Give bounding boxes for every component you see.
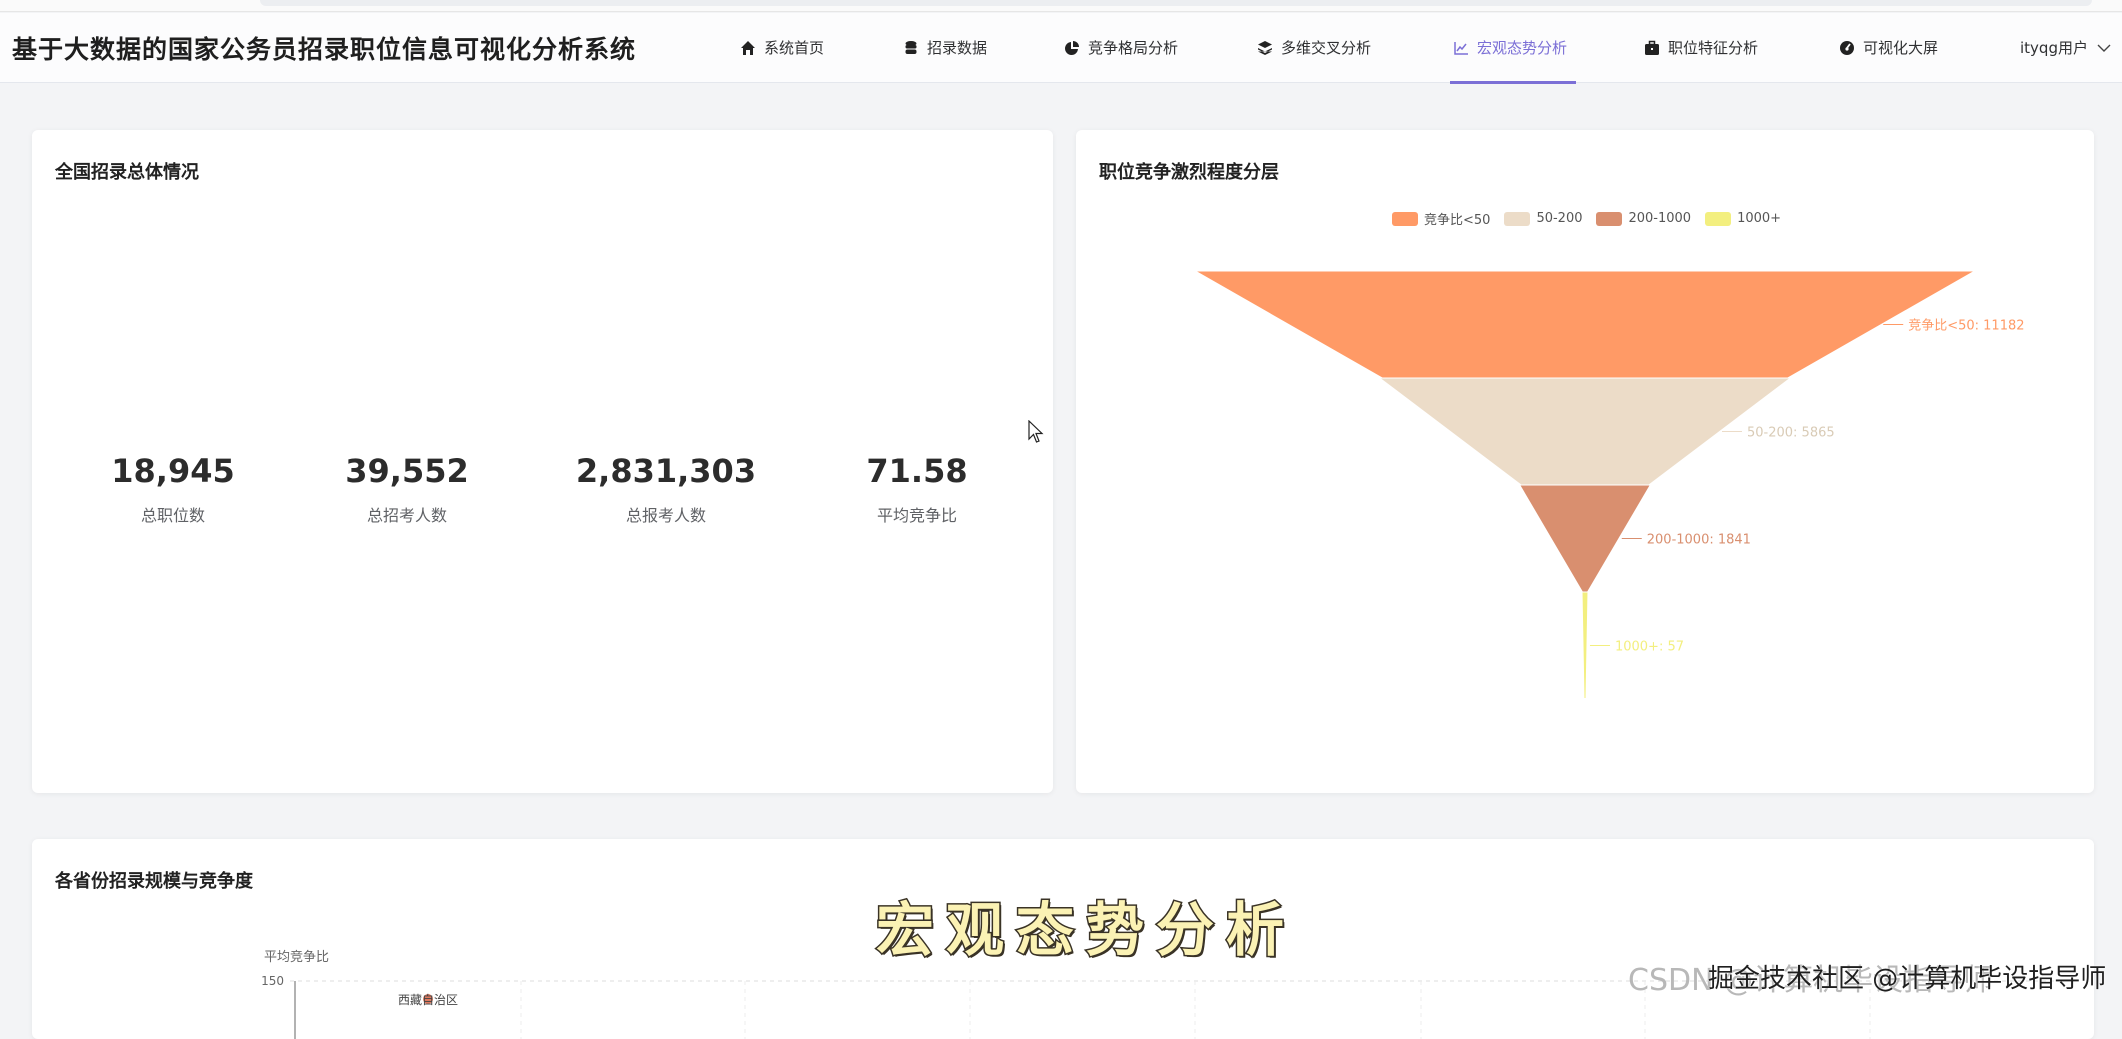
y-axis-label: 平均竞争比	[264, 949, 329, 965]
nav-label: 职位特征分析	[1668, 37, 1758, 58]
line-chart-icon	[1453, 40, 1469, 56]
user-name: ityqg用户	[2020, 37, 2088, 58]
nav-dashboard[interactable]: 可视化大屏	[1839, 37, 1938, 58]
top-navbar: 基于大数据的国家公务员招录职位信息可视化分析系统 系统首页 招录数据 竞争格局分…	[0, 13, 2122, 83]
y-tick-label: 150	[261, 974, 284, 988]
nav-cross-analysis[interactable]: 多维交叉分析	[1257, 37, 1371, 58]
pie-chart-icon	[1064, 40, 1080, 56]
nav-label: 多维交叉分析	[1281, 37, 1371, 58]
stat-value: 39,552	[287, 452, 527, 490]
nav-label: 可视化大屏	[1863, 37, 1938, 58]
stat-total-recruits: 39,552 总招考人数	[287, 452, 527, 526]
dashboard-icon	[1839, 40, 1855, 56]
funnel-data-label: 1000+: 57	[1615, 640, 1684, 655]
funnel-chart: 竞争比<50: 11182 50-200: 5865 200-1000: 1841 1…	[1076, 130, 2094, 793]
briefcase-icon	[1644, 40, 1660, 56]
nav-recruit-data[interactable]: 招录数据	[903, 37, 987, 58]
stat-total-applicants: 2,831,303 总报考人数	[546, 452, 786, 526]
layers-icon	[1257, 40, 1273, 56]
nav-competition[interactable]: 竞争格局分析	[1064, 37, 1178, 58]
mouse-cursor-icon	[1028, 420, 1044, 444]
nav-label: 招录数据	[927, 37, 987, 58]
app-title: 基于大数据的国家公务员招录职位信息可视化分析系统	[12, 30, 636, 66]
stat-label: 总职位数	[53, 502, 293, 526]
funnel-segment[interactable]	[1583, 593, 1587, 698]
nav-position-features[interactable]: 职位特征分析	[1644, 37, 1758, 58]
funnel-segment[interactable]	[1199, 272, 1971, 377]
funnel-card: 职位竞争激烈程度分层 竞争比<5050-200200-10001000+ 竞争比…	[1076, 130, 2094, 793]
nav-label: 宏观态势分析	[1477, 37, 1567, 58]
database-icon	[903, 40, 919, 56]
stat-label: 总招考人数	[287, 502, 527, 526]
stat-label: 平均竞争比	[797, 502, 1037, 526]
nav-label: 系统首页	[764, 37, 824, 58]
user-menu[interactable]: ityqg用户	[2020, 37, 2112, 58]
funnel-data-label: 竞争比<50: 11182	[1908, 318, 2024, 334]
overview-card: 全国招录总体情况 18,945 总职位数 39,552 总招考人数 2,831,…	[32, 130, 1053, 793]
stat-value: 71.58	[797, 452, 1037, 490]
funnel-data-label: 50-200: 5865	[1747, 426, 1835, 441]
nav-home[interactable]: 系统首页	[740, 37, 824, 58]
overview-title: 全国招录总体情况	[55, 158, 199, 184]
stat-label: 总报考人数	[546, 502, 786, 526]
funnel-data-label: 200-1000: 1841	[1647, 533, 1751, 548]
stat-value: 18,945	[53, 452, 293, 490]
browser-strip	[0, 0, 2122, 12]
watermark-front: 掘金技术社区 @计算机毕设指导师	[1708, 958, 2106, 995]
nav-label: 竞争格局分析	[1088, 37, 1178, 58]
chevron-down-icon	[2096, 40, 2112, 56]
video-caption: 宏观态势分析	[876, 883, 1296, 967]
home-icon	[740, 40, 756, 56]
stat-value: 2,831,303	[546, 452, 786, 490]
stat-total-positions: 18,945 总职位数	[53, 452, 293, 526]
data-point-label: 西藏自治区	[398, 993, 458, 1007]
nav-macro-trend[interactable]: 宏观态势分析	[1453, 37, 1567, 58]
active-tab-indicator	[1450, 81, 1576, 84]
stat-avg-competition: 71.58 平均竞争比	[797, 452, 1037, 526]
